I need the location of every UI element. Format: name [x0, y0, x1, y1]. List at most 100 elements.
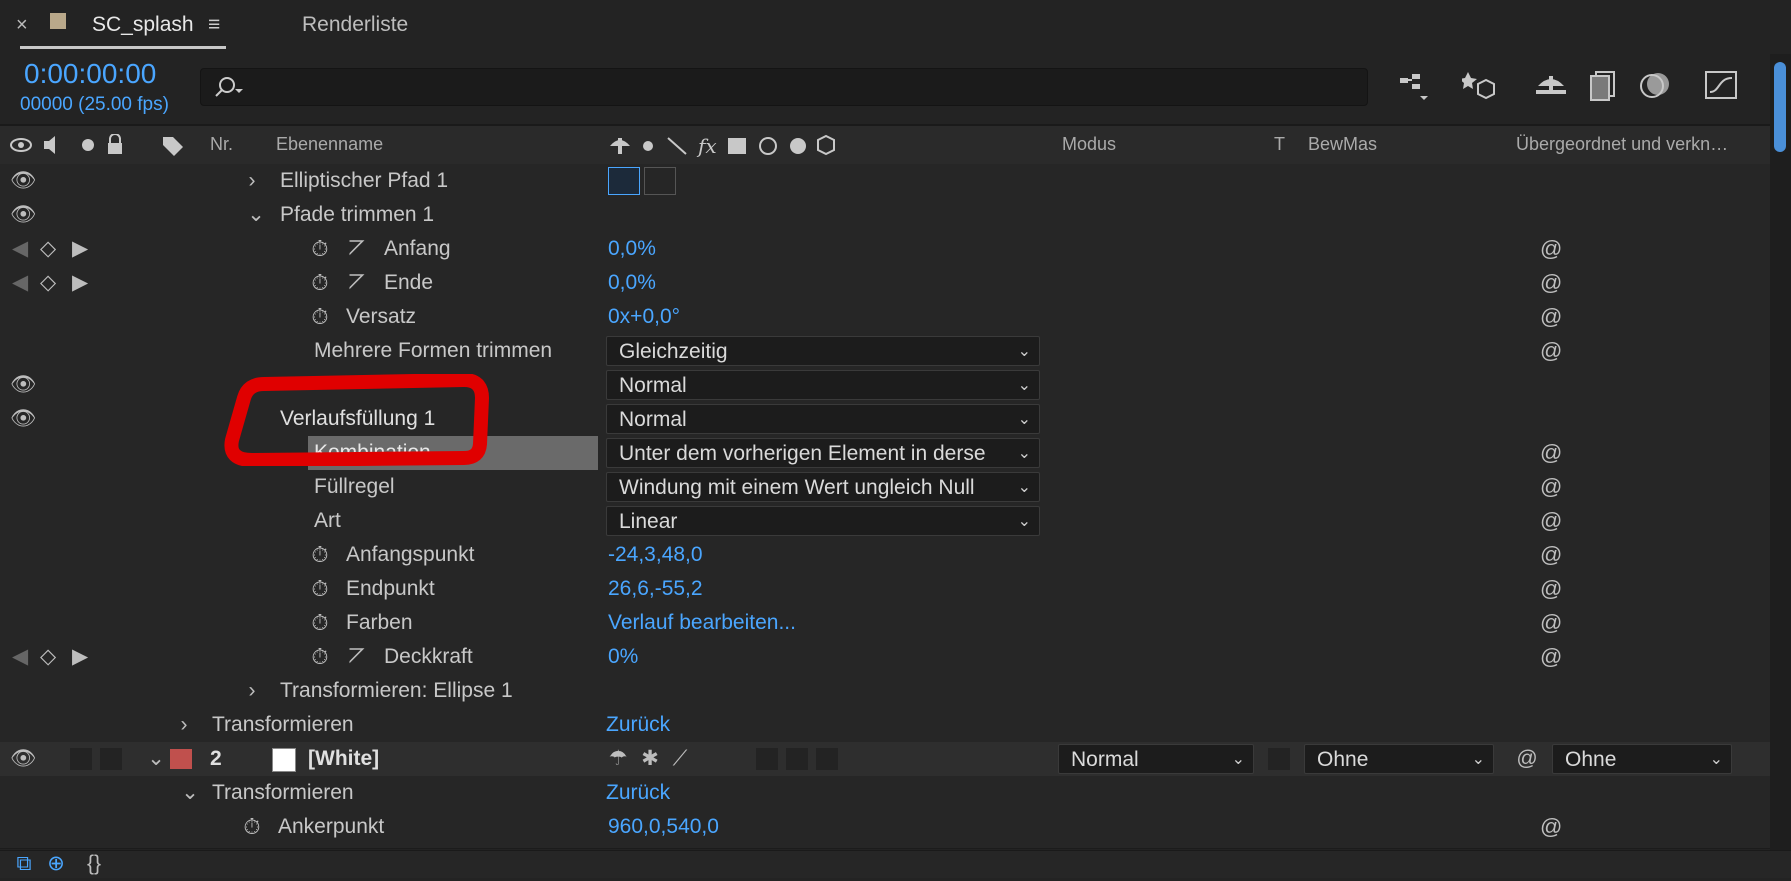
- property-value[interactable]: -24,3,48,0: [608, 538, 703, 572]
- composition-flowchart-icon[interactable]: [1398, 72, 1432, 102]
- layer-switches-icon[interactable]: ⧉: [12, 847, 36, 881]
- property-value[interactable]: 26,6,-55,2: [608, 572, 703, 606]
- pickwhip-icon[interactable]: @: [1540, 266, 1562, 300]
- add-keyframe-icon[interactable]: ◇: [40, 266, 56, 300]
- fill-rule-dropdown[interactable]: Windung mit einem Wert ungleich Null ⌄: [606, 472, 1040, 502]
- gradient-fill-blend-dropdown[interactable]: Normal ⌄: [606, 404, 1040, 434]
- frame-blending-icon[interactable]: [1588, 70, 1618, 102]
- stopwatch-icon[interactable]: ⏱: [306, 640, 334, 674]
- solo-toggle[interactable]: [70, 748, 92, 770]
- stopwatch-icon[interactable]: ⏱: [306, 606, 334, 640]
- scroll-thumb[interactable]: [1774, 62, 1786, 152]
- next-keyframe-icon[interactable]: ▶: [72, 266, 88, 300]
- property-value[interactable]: 0%: [608, 640, 638, 674]
- column-nr[interactable]: Nr.: [210, 127, 233, 161]
- trim-multiple-shapes-dropdown[interactable]: Gleichzeitig ⌄: [606, 336, 1040, 366]
- property-value[interactable]: 0,0%: [608, 266, 656, 300]
- row-elliptischer-pfad[interactable]: 👁 › Elliptischer Pfad 1: [0, 164, 1770, 199]
- path-direction-icon[interactable]: [608, 167, 640, 195]
- eye-icon[interactable]: 👁: [10, 164, 37, 198]
- row-transformieren-ellipse[interactable]: › Transformieren: Ellipse 1: [0, 674, 1770, 709]
- chevron-down-icon[interactable]: ⌄: [246, 198, 266, 232]
- row-art[interactable]: Art Linear ⌄ @: [0, 504, 1770, 539]
- fx-switch[interactable]: [756, 748, 778, 770]
- row-pfade-trimmen[interactable]: 👁 ⌄ Pfade trimmen 1: [0, 198, 1770, 233]
- current-time-display[interactable]: 0:00:00:00: [24, 58, 156, 90]
- row-anfangspunkt[interactable]: ⏱ Anfangspunkt -24,3,48,0 @: [0, 538, 1770, 573]
- reset-link[interactable]: Zurück: [606, 708, 670, 742]
- parent-pickwhip-icon[interactable]: @: [1514, 742, 1540, 776]
- pickwhip-icon[interactable]: @: [1540, 436, 1562, 470]
- graph-icon[interactable]: ⦢: [344, 232, 370, 266]
- add-keyframe-icon[interactable]: ◇: [40, 640, 56, 674]
- eye-icon[interactable]: 👁: [10, 368, 37, 402]
- panel-menu-icon[interactable]: ≡: [208, 8, 220, 42]
- blend-mode-dropdown[interactable]: Normal ⌄: [606, 370, 1040, 400]
- shy-layers-icon[interactable]: [1534, 70, 1568, 100]
- row-endpunkt[interactable]: ⏱ Endpunkt 26,6,-55,2 @: [0, 572, 1770, 607]
- column-parent[interactable]: Übergeordnet und verkn…: [1516, 127, 1728, 161]
- close-tab-icon[interactable]: ×: [16, 8, 28, 42]
- pickwhip-icon[interactable]: @: [1540, 504, 1562, 538]
- pickwhip-icon[interactable]: @: [1540, 470, 1562, 504]
- transfer-controls-icon[interactable]: ⊕: [44, 847, 68, 881]
- path-direction-reverse-icon[interactable]: [644, 167, 676, 195]
- vertical-scrollbar[interactable]: [1770, 54, 1791, 850]
- layer-name[interactable]: [White]: [308, 742, 379, 776]
- pickwhip-icon[interactable]: @: [1540, 810, 1562, 844]
- chevron-down-icon[interactable]: ⌄: [180, 776, 200, 810]
- in-out-icon[interactable]: {}: [82, 847, 106, 881]
- layer-row-white[interactable]: 👁 ⌄ 2 [White] ☂ ✱ ⟋ Normal ⌄ Ohne ⌄ @ Ohne…: [0, 742, 1770, 777]
- lock-toggle[interactable]: [100, 748, 122, 770]
- pickwhip-icon[interactable]: @: [1540, 640, 1562, 674]
- motion-blur-switch[interactable]: [816, 748, 838, 770]
- prev-keyframe-icon[interactable]: ◀: [12, 232, 28, 266]
- chevron-down-icon[interactable]: ⌄: [146, 742, 166, 776]
- pickwhip-icon[interactable]: @: [1540, 606, 1562, 640]
- frame-blend-switch[interactable]: [786, 748, 808, 770]
- property-value[interactable]: 960,0,540,0: [608, 810, 719, 844]
- track-matte-dropdown[interactable]: Ohne ⌄: [1304, 744, 1494, 774]
- next-keyframe-icon[interactable]: ▶: [72, 640, 88, 674]
- stopwatch-icon[interactable]: ⏱: [306, 266, 334, 300]
- eye-icon[interactable]: 👁: [10, 742, 37, 776]
- add-keyframe-icon[interactable]: ◇: [40, 232, 56, 266]
- tab-renderliste[interactable]: Renderliste: [302, 8, 408, 42]
- eye-icon[interactable]: 👁: [10, 198, 37, 232]
- tab-sc-splash[interactable]: SC_splash: [92, 8, 194, 42]
- pickwhip-icon[interactable]: @: [1540, 538, 1562, 572]
- row-mehrere-formen-trimmen[interactable]: Mehrere Formen trimmen Gleichzeitig ⌄ @: [0, 334, 1770, 369]
- row-versatz[interactable]: ⏱ Versatz 0x+0,0° @: [0, 300, 1770, 335]
- edit-gradient-link[interactable]: Verlauf bearbeiten...: [608, 606, 796, 640]
- motion-blur-icon[interactable]: [1638, 70, 1672, 100]
- prev-keyframe-icon[interactable]: ◀: [12, 640, 28, 674]
- column-t[interactable]: T: [1274, 127, 1285, 161]
- graph-editor-icon[interactable]: [1704, 70, 1738, 100]
- row-deckkraft[interactable]: ◀ ◇ ▶ ⏱ ⦢ Deckkraft 0% @: [0, 640, 1770, 675]
- row-farben[interactable]: ⏱ Farben Verlauf bearbeiten... @: [0, 606, 1770, 641]
- prev-keyframe-icon[interactable]: ◀: [12, 266, 28, 300]
- gradient-type-dropdown[interactable]: Linear ⌄: [606, 506, 1040, 536]
- composite-dropdown[interactable]: Unter dem vorherigen Element in derse ⌄: [606, 438, 1040, 468]
- stopwatch-icon[interactable]: ⏱: [306, 572, 334, 606]
- row-ankerpunkt[interactable]: ⏱ Ankerpunkt 960,0,540,0 @: [0, 810, 1770, 849]
- column-modus[interactable]: Modus: [1062, 127, 1116, 161]
- property-value[interactable]: 0x+0,0°: [608, 300, 680, 334]
- pickwhip-icon[interactable]: @: [1540, 572, 1562, 606]
- row-fuellregel[interactable]: Füllregel Windung mit einem Wert ungleic…: [0, 470, 1770, 505]
- collapse-switch-icon[interactable]: ✱: [638, 742, 662, 776]
- column-bewmas[interactable]: BewMas: [1308, 127, 1377, 161]
- parent-dropdown[interactable]: Ohne ⌄: [1552, 744, 1732, 774]
- label-color-swatch[interactable]: [170, 749, 192, 769]
- row-layer-transformieren[interactable]: ⌄ Transformieren Zurück: [0, 776, 1770, 811]
- row-anfang[interactable]: ◀ ◇ ▶ ⏱ ⦢ Anfang 0,0% @: [0, 232, 1770, 267]
- chevron-right-icon[interactable]: ›: [244, 164, 260, 198]
- stopwatch-icon[interactable]: ⏱: [238, 810, 266, 844]
- pickwhip-icon[interactable]: @: [1540, 334, 1562, 368]
- pickwhip-icon[interactable]: @: [1540, 300, 1562, 334]
- stopwatch-icon[interactable]: ⏱: [306, 300, 334, 334]
- stopwatch-icon[interactable]: ⏱: [306, 538, 334, 572]
- column-layer-name[interactable]: Ebenenname: [276, 127, 383, 161]
- pickwhip-icon[interactable]: @: [1540, 232, 1562, 266]
- next-keyframe-icon[interactable]: ▶: [72, 232, 88, 266]
